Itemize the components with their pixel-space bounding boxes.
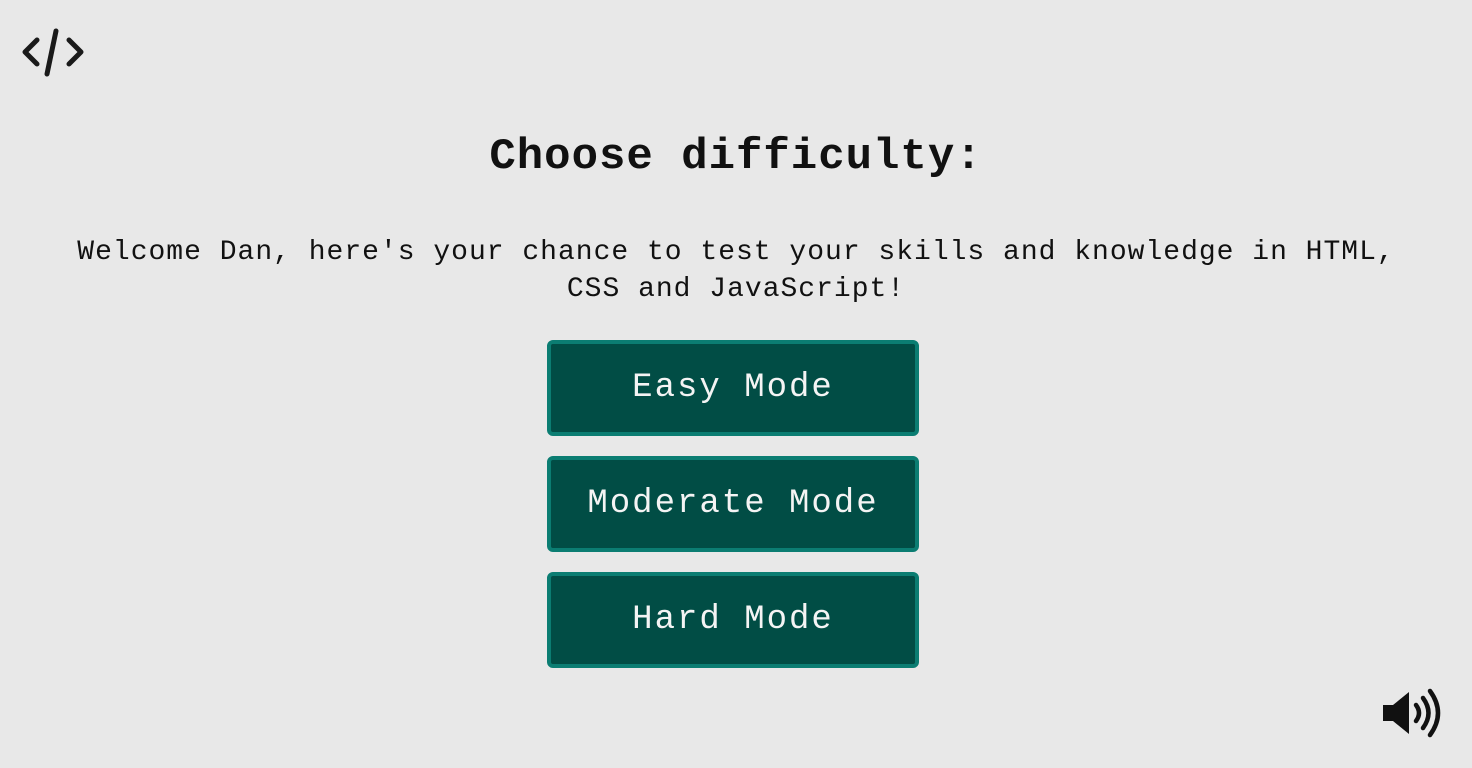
code-icon[interactable] (20, 26, 88, 78)
hard-mode-button[interactable]: Hard Mode (547, 572, 919, 668)
difficulty-screen: Choose difficulty: Welcome Dan, here's y… (0, 0, 1472, 768)
moderate-mode-button[interactable]: Moderate Mode (547, 456, 919, 552)
volume-up-icon[interactable] (1380, 688, 1446, 738)
easy-mode-button[interactable]: Easy Mode (547, 340, 919, 436)
page-title: Choose difficulty: (489, 132, 983, 182)
welcome-message: Welcome Dan, here's your chance to test … (77, 237, 1395, 305)
difficulty-options: Easy Mode Moderate Mode Hard Mode (547, 340, 919, 688)
